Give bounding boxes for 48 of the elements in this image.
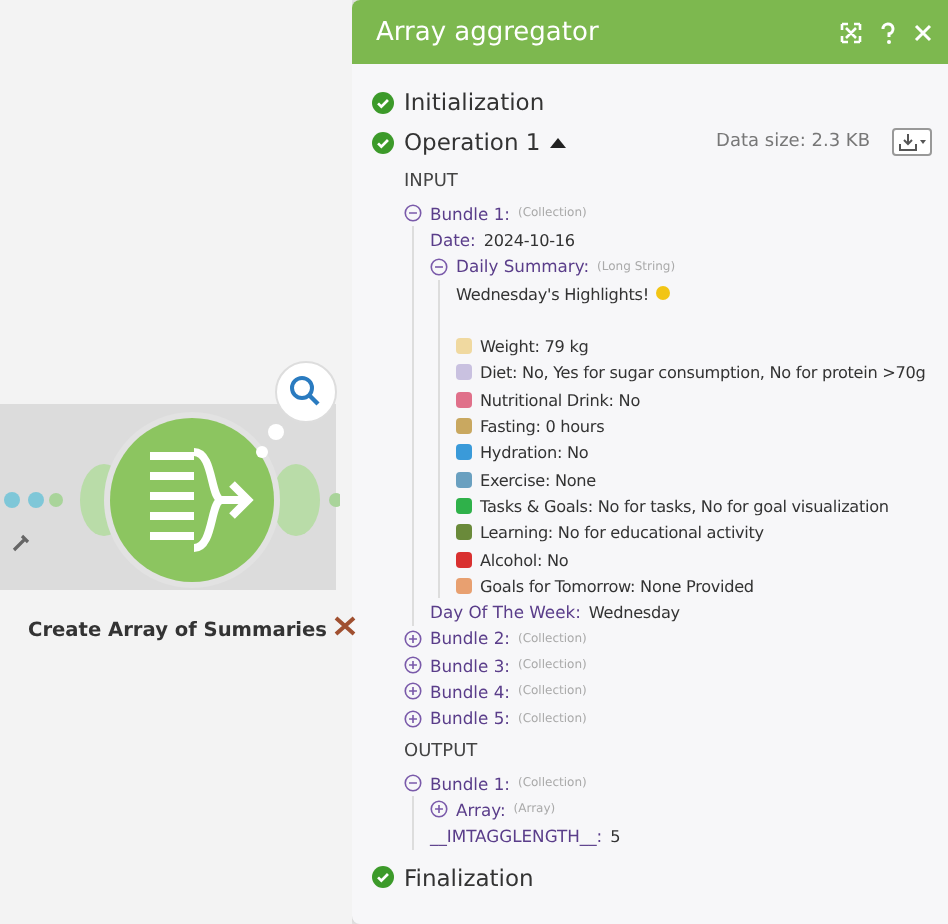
summary-line: Diet: No, Yes for sugar consumption, No for protein >70g	[480, 362, 926, 383]
panel-title: Array aggregator	[376, 17, 601, 47]
field-key: Array:	[456, 799, 506, 820]
field-key: Bundle 3:	[430, 655, 510, 676]
summary-line: Fasting: 0 hours	[480, 416, 605, 437]
download-button[interactable]	[892, 128, 932, 156]
field-key: Day Of The Week:	[430, 602, 581, 623]
data-size: Data size: 2.3 KB	[716, 132, 870, 152]
check-icon	[372, 866, 394, 889]
field-key: Bundle 4:	[430, 681, 510, 702]
summary-heading: Wednesday's Highlights!	[456, 283, 649, 304]
collapse-toggle[interactable]	[404, 204, 422, 223]
expand-toggle[interactable]	[404, 682, 422, 701]
summary-line: Exercise: None	[480, 469, 596, 490]
field-value: Wednesday	[588, 602, 680, 623]
collapse-toggle[interactable]	[404, 774, 422, 793]
summary-line: Nutritional Drink: No	[480, 389, 641, 410]
field-value: 2024-10-16	[483, 229, 575, 250]
expand-toggle[interactable]	[404, 709, 422, 728]
expand-toggle[interactable]	[404, 656, 422, 675]
summary-line: Goals for Tomorrow: None Provided	[480, 575, 754, 596]
summary-line: Learning: No for educational activity	[480, 522, 764, 543]
wrench-icon[interactable]	[12, 534, 30, 552]
check-icon	[372, 131, 394, 153]
step-label: Finalization	[404, 863, 534, 892]
section-heading: INPUT	[404, 172, 460, 192]
module-label: Create Array of Summaries	[28, 616, 355, 642]
caret-icon[interactable]	[550, 134, 567, 150]
search-bubble[interactable]	[274, 360, 338, 424]
field-key: __IMTAGGLENGTH__:	[430, 826, 603, 847]
summary-line: Tasks & Goals: No for tasks, No for goal visualization	[480, 495, 889, 516]
collapse-toggle[interactable]	[430, 257, 448, 276]
summary-line: Alcohol: No	[480, 549, 569, 569]
field-key: Daily Summary:	[456, 256, 590, 277]
field-key: Bundle 5:	[430, 708, 510, 729]
summary-line: Weight: 79 kg	[480, 336, 589, 357]
summary-line: Hydration: No	[480, 442, 589, 463]
field-key: Bundle 1:	[430, 203, 510, 224]
field-key: Bundle 2:	[430, 628, 510, 649]
section-heading: OUTPUT	[404, 741, 480, 762]
expand-toggle[interactable]	[430, 800, 448, 819]
check-icon	[372, 91, 394, 113]
step-label: Operation 1	[404, 128, 541, 156]
field-key: Date:	[430, 229, 476, 250]
step-label: Initialization	[404, 88, 545, 116]
expand-toggle[interactable]	[404, 629, 422, 648]
field-value: 5	[610, 826, 621, 847]
field-key: Bundle 1:	[430, 773, 510, 794]
